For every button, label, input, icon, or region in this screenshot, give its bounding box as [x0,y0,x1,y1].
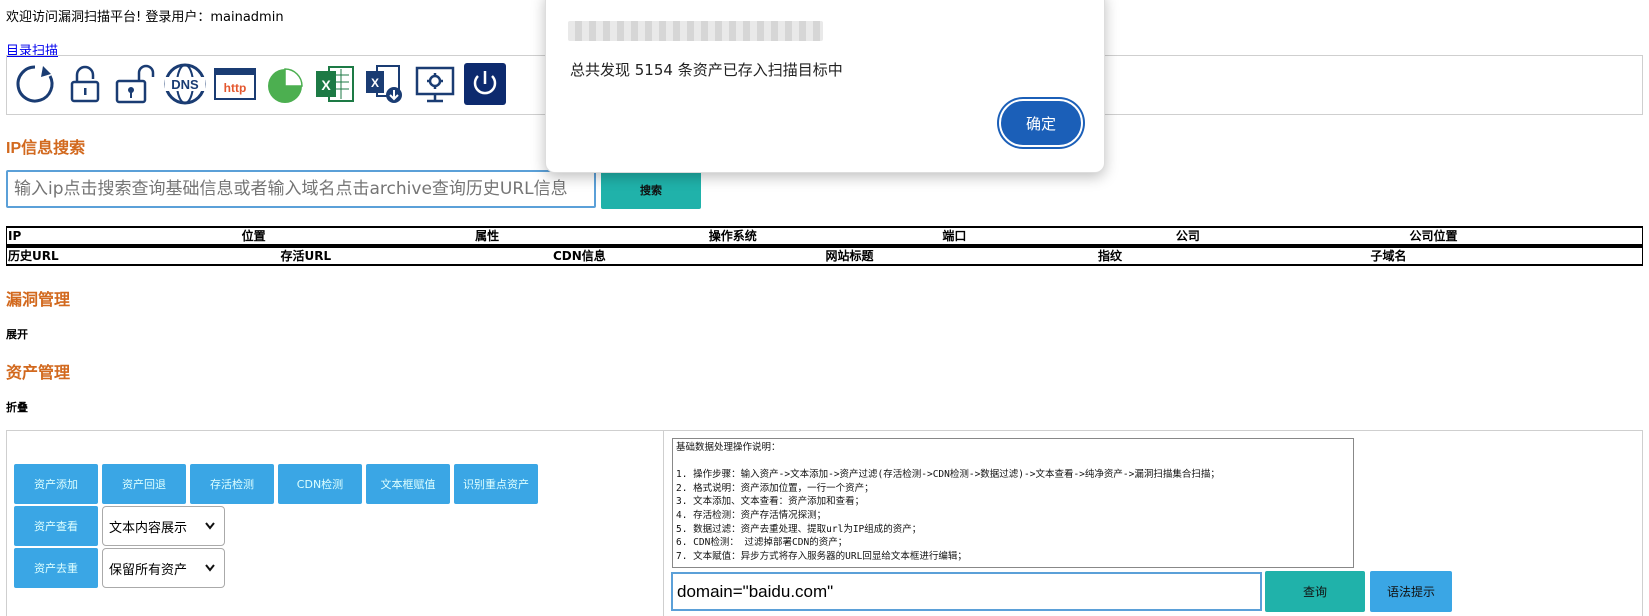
identify-key-assets-button[interactable]: 识别重点资产 [454,464,538,504]
asset-add-button[interactable]: 资产添加 [14,464,98,504]
power-icon[interactable] [463,62,507,106]
keep-assets-select[interactable]: 保留所有资产 [102,548,225,588]
dns-icon[interactable]: DNS [163,62,207,106]
col-ip: IP [8,229,22,243]
excel-icon[interactable]: X [313,62,357,106]
asset-dedup-button[interactable]: 资产去重 [14,548,98,588]
operation-notes-textarea[interactable]: 基础数据处理操作说明： 1. 操作步骤：输入资产->文本添加->资产过滤(存活检… [672,438,1354,568]
welcome-text: 欢迎访问漏洞扫描平台! 登录用户：mainadmin [6,10,284,25]
col-fingerprint: 指纹 [1098,249,1123,263]
textbox-assign-button[interactable]: 文本框赋值 [366,464,450,504]
asset-actions-panel: 资产添加 资产回退 存活检测 CDN检测 文本框赋值 识别重点资产 资产查看 资… [6,430,664,616]
alert-dialog: 总共发现 5154 条资产已存入扫描目标中 确定 [545,0,1105,173]
excel-download-icon[interactable]: X [363,62,407,106]
asset-mgmt-title: 资产管理 [6,365,71,382]
svg-text:X: X [371,76,379,90]
vuln-mgmt-title: 漏洞管理 [6,292,71,309]
lock-open-icon[interactable] [113,62,157,106]
col-site-title: 网站标题 [825,249,874,263]
dialog-message: 总共发现 5154 条资产已存入扫描目标中 [570,61,843,79]
refresh-icon[interactable] [13,62,57,106]
keep-assets-value: 保留所有资产 [109,562,188,578]
cdn-check-button[interactable]: CDN检测 [278,464,362,504]
monitor-settings-icon[interactable] [413,62,457,106]
chevron-down-icon [205,564,215,572]
asset-collapse-toggle[interactable]: 折叠 [6,399,28,415]
pie-chart-icon[interactable] [263,62,307,106]
http-label: http [224,81,247,95]
ip-table-header-2: 历史URL 存活URL CDN信息 网站标题 指纹 子域名 [6,246,1643,266]
syntax-hint-button[interactable]: 语法提示 [1370,571,1452,612]
display-mode-value: 文本内容展示 [109,520,188,536]
col-company: 公司 [1175,229,1200,243]
ip-search-title: IP信息搜索 [6,140,86,157]
asset-rollback-button[interactable]: 资产回退 [102,464,186,504]
svg-text:X: X [321,77,331,93]
col-company-location: 公司位置 [1409,229,1458,243]
dialog-title-blurred [568,21,823,41]
col-history-url: 历史URL [8,249,59,263]
col-subdomain: 子域名 [1370,249,1407,263]
display-mode-select[interactable]: 文本内容展示 [102,506,225,546]
query-input[interactable]: domain="baidu.com" [671,572,1262,611]
col-attribute: 属性 [475,229,500,243]
search-button[interactable]: 搜索 [601,170,701,209]
col-alive-url: 存活URL [280,249,332,263]
dns-label: DNS [171,77,199,92]
alive-check-button[interactable]: 存活检测 [190,464,274,504]
query-button[interactable]: 查询 [1265,571,1365,612]
http-icon[interactable]: http [213,62,257,106]
col-port: 端口 [942,229,967,243]
unlock-icon[interactable] [63,62,107,106]
col-location: 位置 [241,229,266,243]
chevron-down-icon [205,522,215,530]
col-os: 操作系统 [708,229,757,243]
ip-table-header-1: IP 位置 属性 操作系统 端口 公司 公司位置 [6,226,1643,246]
dialog-ok-button[interactable]: 确定 [999,99,1083,147]
vuln-expand-toggle[interactable]: 展开 [6,326,28,342]
asset-view-button[interactable]: 资产查看 [14,506,98,546]
col-cdn-info: CDN信息 [553,249,606,263]
ip-search-input[interactable] [6,170,596,208]
